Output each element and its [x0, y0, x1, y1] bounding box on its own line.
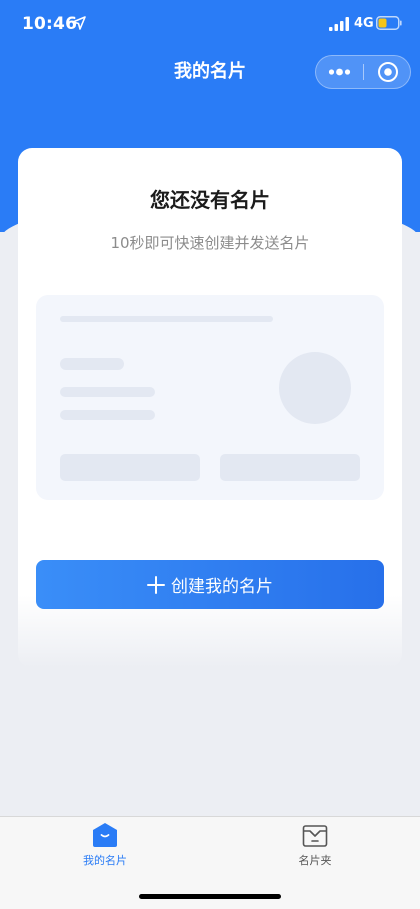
placeholder-line — [60, 410, 155, 420]
tab-card-holder[interactable]: 名片夹 — [210, 817, 420, 879]
placeholder-line — [60, 358, 124, 370]
create-card-label: 创建我的名片 — [171, 577, 273, 597]
signal-bars-icon — [329, 17, 349, 31]
target-close-icon[interactable] — [364, 56, 410, 88]
card-placeholder-illustration — [36, 295, 384, 500]
home-indicator — [139, 894, 281, 899]
placeholder-line — [60, 387, 155, 397]
empty-subtitle: 10秒即可快速创建并发送名片 — [110, 234, 310, 252]
network-type: 4G — [354, 16, 374, 31]
location-arrow-icon — [72, 16, 86, 30]
placeholder-line — [60, 316, 273, 322]
mini-program-capsule — [315, 55, 411, 89]
status-time: 10:46 — [22, 14, 78, 34]
home-card-icon — [93, 823, 117, 847]
tab-card-holder-label: 名片夹 — [298, 854, 332, 867]
battery-low-icon — [376, 16, 402, 30]
tab-my-card[interactable]: 我的名片 — [0, 817, 210, 879]
plus-icon — [147, 575, 165, 594]
more-dots-icon[interactable] — [316, 56, 363, 88]
tab-my-card-label: 我的名片 — [83, 854, 127, 867]
card-holder-icon — [302, 825, 328, 847]
placeholder-button — [60, 454, 200, 481]
create-card-button[interactable]: 创建我的名片 — [36, 560, 384, 609]
placeholder-avatar — [279, 352, 351, 424]
status-bar: 10:46 4G — [0, 0, 420, 50]
empty-title: 您还没有名片 — [150, 188, 270, 212]
empty-card-panel: 您还没有名片 10秒即可快速创建并发送名片 创建我的名片 — [18, 148, 402, 668]
placeholder-button — [220, 454, 360, 481]
